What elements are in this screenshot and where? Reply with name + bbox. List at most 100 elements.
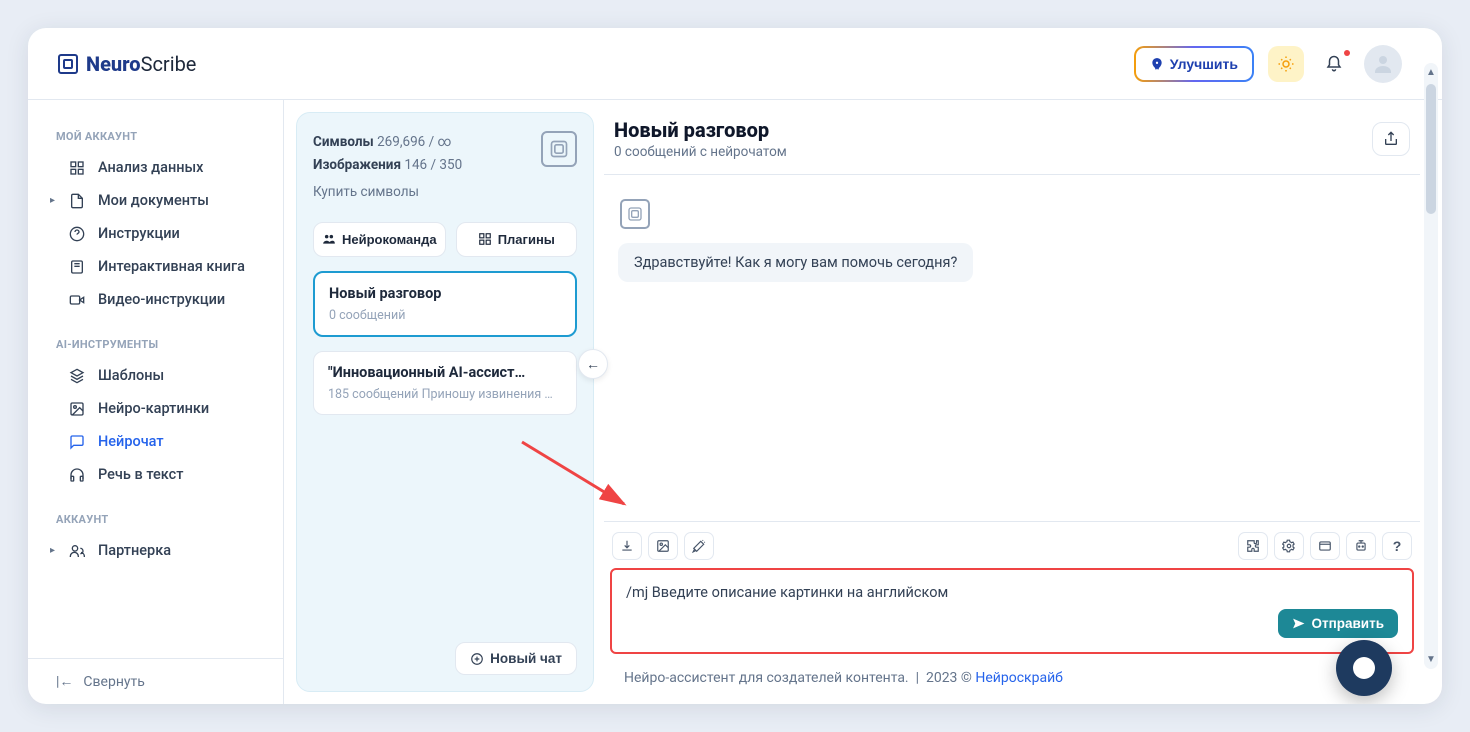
magic-button[interactable] — [684, 532, 714, 560]
new-chat-button[interactable]: Новый чат — [455, 642, 577, 675]
robot-button[interactable] — [1346, 532, 1376, 560]
robot-icon — [1354, 539, 1368, 553]
footer: Нейро-ассистент для создателей контента.… — [604, 654, 1420, 692]
collapse-icon: |← — [56, 673, 73, 690]
theme-toggle-button[interactable] — [1268, 46, 1304, 82]
plus-icon — [470, 652, 484, 666]
tab-team[interactable]: Нейрокоманда — [313, 222, 446, 257]
extension-button[interactable] — [1238, 532, 1268, 560]
new-chat-label: Новый чат — [490, 651, 562, 666]
users-icon — [68, 543, 86, 559]
footer-text: Нейро-ассистент для создателей контента. — [624, 670, 909, 686]
sidebar-item-label: Интерактивная книга — [98, 258, 245, 275]
chat-messages-area: Здравствуйте! Как я могу вам помочь сего… — [604, 174, 1420, 521]
sidebar-item-instructions[interactable]: Инструкции — [28, 217, 283, 250]
send-label: Отправить — [1311, 616, 1384, 631]
scroll-up-icon[interactable]: ▲ — [1426, 63, 1436, 82]
collapse-label: Свернуть — [83, 674, 144, 690]
send-button[interactable]: Отправить — [1278, 609, 1398, 638]
sun-icon — [1277, 55, 1295, 73]
caret-right-icon: ▸ — [50, 545, 55, 556]
sidebar-item-neurochat[interactable]: Нейрочат — [28, 425, 283, 458]
app-logo[interactable]: NeuroScribe — [58, 52, 196, 76]
settings-button[interactable] — [1274, 532, 1304, 560]
sidebar-item-label: Речь в текст — [98, 466, 183, 483]
sidebar-item-images[interactable]: Нейро-картинки — [28, 392, 283, 425]
sidebar-section-acc2: АККАУНТ — [28, 505, 283, 534]
sidebar-item-analytics[interactable]: Анализ данных — [28, 151, 283, 184]
sidebar-item-label: Мои документы — [98, 192, 209, 209]
sidebar-item-label: Видео-инструкции — [98, 291, 225, 308]
conversation-item-active[interactable]: Новый разговор 0 сообщений — [313, 271, 577, 337]
sidebar-section-tools: AI-ИНСТРУМЕНТЫ — [28, 330, 283, 359]
download-icon — [620, 539, 634, 553]
send-icon — [1292, 617, 1305, 630]
wand-icon — [692, 539, 706, 553]
team-icon — [322, 232, 336, 246]
caret-right-icon: ▸ — [50, 195, 55, 206]
sidebar-item-documents[interactable]: ▸ Мои документы — [28, 184, 283, 217]
bot-avatar-icon — [620, 199, 650, 229]
upgrade-button[interactable]: Улучшить — [1134, 46, 1254, 82]
sidebar-item-speech[interactable]: Речь в текст — [28, 458, 283, 491]
question-icon: ? — [1393, 538, 1402, 554]
scroll-down-icon[interactable]: ▼ — [1426, 650, 1436, 669]
sidebar-item-video[interactable]: Видео-инструкции — [28, 283, 283, 316]
book-icon — [68, 259, 86, 275]
sidebar-item-partner[interactable]: ▸ Партнерка — [28, 534, 283, 567]
grid-icon — [68, 160, 86, 176]
support-chat-fab[interactable] — [1336, 640, 1392, 696]
tab-plugins[interactable]: Плагины — [456, 222, 577, 257]
image-icon — [68, 401, 86, 417]
conversation-title: "Инновационный AI-ассист… — [328, 364, 562, 381]
chat-icon — [68, 434, 86, 450]
sidebar-item-label: Партнерка — [98, 542, 171, 559]
logo-icon — [58, 54, 78, 74]
brand-light: Scribe — [141, 52, 197, 76]
share-button[interactable] — [1372, 122, 1410, 156]
sidebar-item-book[interactable]: Интерактивная книга — [28, 250, 283, 283]
scrollbar[interactable]: ▲ ▼ — [1424, 63, 1438, 669]
document-icon — [68, 193, 86, 209]
panel-logo-icon — [541, 131, 577, 167]
usage-stats: Символы 269,696 / ∞ Изображения 146 / 35… — [313, 131, 541, 204]
user-avatar[interactable] — [1364, 45, 1402, 83]
conversation-subtitle: 0 сообщений — [329, 308, 561, 323]
footer-link[interactable]: Нейроскрайб — [975, 670, 1063, 686]
headphones-icon — [68, 467, 86, 483]
arrow-left-icon: ← — [586, 356, 600, 373]
notifications-button[interactable] — [1316, 46, 1352, 82]
upgrade-label: Улучшить — [1170, 56, 1238, 72]
sidebar-collapse-button[interactable]: |← Свернуть — [28, 658, 283, 704]
conversation-title: Новый разговор — [329, 285, 561, 302]
chat-title: Новый разговор — [614, 118, 787, 142]
sidebar-item-label: Шаблоны — [98, 367, 164, 384]
conversation-item[interactable]: "Инновационный AI-ассист… 185 сообщений … — [313, 351, 577, 415]
chat-bubble-icon — [1353, 657, 1375, 679]
help-button[interactable]: ? — [1382, 532, 1412, 560]
plugins-icon — [478, 232, 492, 246]
chat-subtitle: 0 сообщений с нейрочатом — [614, 144, 787, 160]
sidebar: МОЙ АККАУНТ Анализ данных ▸ Мои документ… — [28, 100, 284, 704]
rocket-icon — [1150, 57, 1164, 71]
image-button[interactable] — [648, 532, 678, 560]
video-icon — [68, 292, 86, 308]
message-input-text[interactable]: /mj Введите описание картинки на английс… — [626, 584, 1398, 601]
window-button[interactable] — [1310, 532, 1340, 560]
image-icon — [656, 539, 670, 553]
scrollbar-thumb[interactable] — [1426, 84, 1436, 214]
tab-label: Нейрокоманда — [342, 232, 437, 247]
symbols-label: Символы — [313, 134, 374, 150]
footer-year: 2023 © — [926, 670, 972, 686]
sidebar-item-label: Нейро-картинки — [98, 400, 209, 417]
sidebar-item-templates[interactable]: Шаблоны — [28, 359, 283, 392]
attachment-button[interactable] — [612, 532, 642, 560]
conversation-panel: Символы 269,696 / ∞ Изображения 146 / 35… — [296, 112, 594, 692]
sidebar-item-label: Инструкции — [98, 225, 180, 242]
message-input-area[interactable]: /mj Введите описание картинки на английс… — [610, 568, 1414, 654]
sidebar-section-account: МОЙ АККАУНТ — [28, 122, 283, 151]
tab-label: Плагины — [498, 232, 555, 247]
window-icon — [1318, 539, 1332, 553]
buy-symbols-link[interactable]: Купить символы — [313, 181, 541, 204]
bot-message: Здравствуйте! Как я могу вам помочь сего… — [618, 243, 973, 282]
